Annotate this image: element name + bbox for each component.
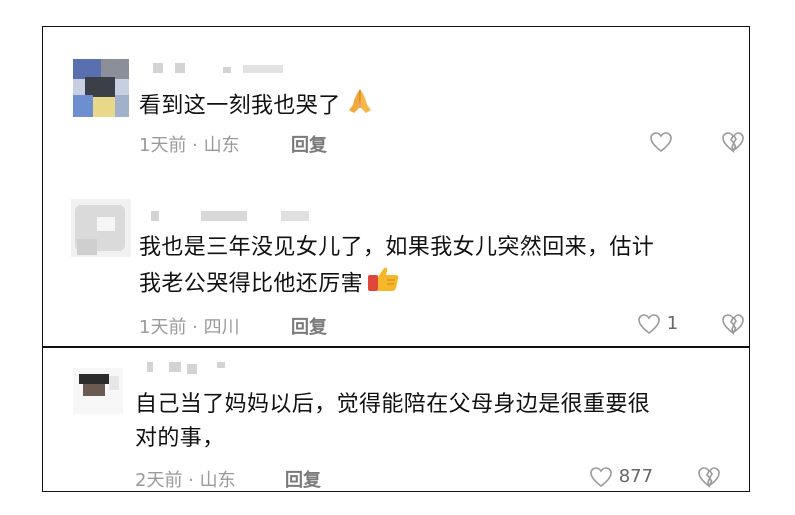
thumbs-up-icon	[367, 265, 401, 304]
comment-panel-top: 看到这一刻我也哭了 1天前 · 山东 回复 我也是三年没见女儿了，如果我女儿突然…	[42, 26, 750, 347]
reply-button[interactable]: 回复	[291, 313, 327, 339]
broken-heart-icon	[722, 132, 744, 153]
username-redacted[interactable]	[153, 63, 293, 75]
timestamp-location: 1天前 · 四川	[139, 317, 240, 338]
like-count: 1	[666, 313, 679, 334]
like-count: 877	[618, 466, 654, 487]
dislike-button[interactable]	[697, 466, 721, 488]
reply-button[interactable]: 回复	[291, 131, 327, 157]
avatar[interactable]	[73, 59, 129, 117]
heart-icon	[650, 132, 672, 153]
timestamp-location: 2天前 · 山东	[135, 470, 236, 491]
comment-text: 看到这一刻我也哭了	[139, 87, 375, 126]
heart-icon	[638, 314, 660, 335]
comment-panel-bottom: 自己当了妈妈以后，觉得能陪在父母身边是很重要很 对的事， 2天前 · 山东 回复…	[42, 347, 750, 492]
broken-heart-icon	[722, 314, 744, 335]
like-button[interactable]: 1	[637, 313, 678, 335]
avatar[interactable]	[71, 199, 131, 257]
like-button[interactable]: 877	[589, 466, 653, 488]
dislike-button[interactable]	[721, 313, 745, 335]
heart-icon	[590, 467, 612, 488]
comment-text: 我也是三年没见女儿了，如果我女儿突然回来，估计 我老公哭得比他还厉害	[139, 231, 745, 304]
comment-text: 自己当了妈妈以后，觉得能陪在父母身边是很重要很 对的事，	[135, 392, 651, 451]
timestamp-location: 1天前 · 山东	[139, 135, 240, 156]
username-redacted[interactable]	[151, 211, 321, 223]
avatar[interactable]	[73, 368, 123, 414]
dislike-button[interactable]	[721, 131, 745, 153]
username-redacted[interactable]	[147, 362, 247, 374]
reply-button[interactable]: 回复	[285, 466, 321, 491]
broken-heart-icon	[698, 467, 720, 488]
like-button[interactable]	[649, 131, 673, 153]
praying-hands-icon	[345, 87, 375, 126]
